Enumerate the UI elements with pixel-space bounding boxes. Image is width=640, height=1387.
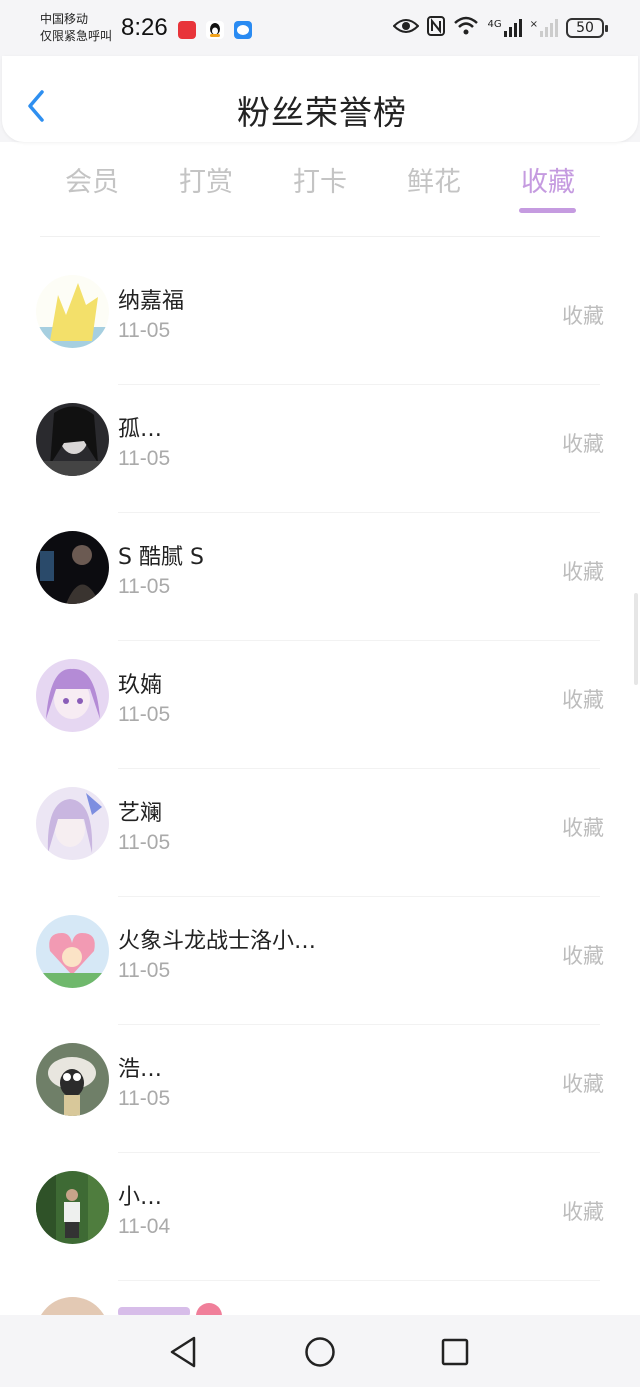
active-tab-indicator [519,208,576,213]
tab-favorites[interactable]: 收藏 [521,160,575,199]
status-indicators: 4G × 50 [393,16,608,40]
divider [40,236,600,237]
fan-action-label: 收藏 [562,1200,604,1224]
list-item[interactable]: 小… 11-04 收藏 [0,1153,640,1281]
list-item[interactable]: 浩… 11-05 收藏 [0,1025,640,1153]
fan-date: 11-05 [118,703,171,726]
fan-name: 小… [118,1185,163,1210]
badge-icon [196,1303,222,1315]
fan-name: 火象斗龙战士洛小… [118,929,317,954]
nfc-icon [427,16,446,40]
tab-reward[interactable]: 打赏 [179,160,233,199]
nav-back-button[interactable] [168,1335,198,1373]
fan-action-label: 收藏 [562,432,604,456]
signal-empty-icon: × [530,19,558,37]
fan-date: 11-05 [118,831,171,854]
list-item[interactable]: 艺斓 11-05 收藏 [0,769,640,897]
system-nav-bar [0,1315,640,1387]
fan-action-label: 收藏 [562,560,604,584]
tab-member[interactable]: 会员 [65,160,119,199]
fan-name: 孤… [118,417,163,442]
avatar [36,1297,109,1315]
fan-date: 11-05 [118,959,171,982]
triangle-back-icon [170,1336,196,1368]
list-item[interactable]: 玖婻 11-05 收藏 [0,641,640,769]
battery-indicator: 50 [566,18,608,38]
fan-date: 11-04 [118,1215,171,1238]
square-recents-icon [441,1338,469,1366]
list-item-partial[interactable] [0,1281,640,1315]
fan-name: 艺斓 [118,801,163,826]
fan-name: S 酷腻 S [118,545,204,570]
avatar [36,275,109,348]
eye-icon [393,17,420,39]
message-app-icon [234,21,252,39]
avatar [36,659,109,732]
carrier-name: 中国移动 [40,12,89,26]
list-item[interactable]: 火象斗龙战士洛小… 11-05 收藏 [0,897,640,1025]
fan-name: 玖婻 [118,673,163,698]
huawei-app-icon [178,21,196,39]
scrollbar[interactable] [634,593,638,685]
wifi-icon [453,16,479,40]
list-item[interactable]: 纳嘉福 11-05 收藏 [0,257,640,385]
fan-action-label: 收藏 [562,688,604,712]
carrier-status: 仅限紧急呼叫 [40,29,113,43]
battery-level: 50 [576,20,594,36]
avatar [36,403,109,476]
avatar [36,531,109,604]
fan-action-label: 收藏 [562,944,604,968]
avatar [36,1043,109,1116]
clock: 8:26 [121,14,168,41]
list-item[interactable]: S 酷腻 S 11-05 收藏 [0,513,640,641]
tab-flowers[interactable]: 鲜花 [407,160,461,199]
avatar [36,915,109,988]
fan-name: 浩… [118,1057,163,1082]
network-type: 4G [487,19,502,30]
fan-action-label: 收藏 [562,1072,604,1096]
fan-date: 11-05 [118,319,171,342]
fan-date: 11-05 [118,447,171,470]
signal-4g-icon: 4G [487,19,522,37]
partial-name-placeholder [118,1307,190,1315]
status-bar: 中国移动 仅限紧急呼叫 8:26 4G × 50 [0,0,640,56]
fan-action-label: 收藏 [562,816,604,840]
nav-recents-button[interactable] [441,1338,469,1370]
tab-checkin[interactable]: 打卡 [293,160,347,199]
avatar [36,787,109,860]
fan-action-label: 收藏 [562,304,604,328]
avatar [36,1171,109,1244]
tab-bar: 会员 打赏 打卡 鲜花 收藏 [0,158,640,218]
fan-name: 纳嘉福 [118,289,185,314]
header: 粉丝荣誉榜 [0,56,640,142]
header-card: 粉丝荣誉榜 [2,56,638,142]
list-item[interactable]: 孤… 11-05 收藏 [0,385,640,513]
nav-home-button[interactable] [304,1336,336,1372]
carrier-info: 中国移动 仅限紧急呼叫 [40,11,112,45]
page-title: 粉丝荣誉榜 [237,93,407,132]
qq-icon [206,21,224,39]
fan-date: 11-05 [118,1087,171,1110]
circle-home-icon [305,1337,335,1367]
fan-date: 11-05 [118,575,171,598]
